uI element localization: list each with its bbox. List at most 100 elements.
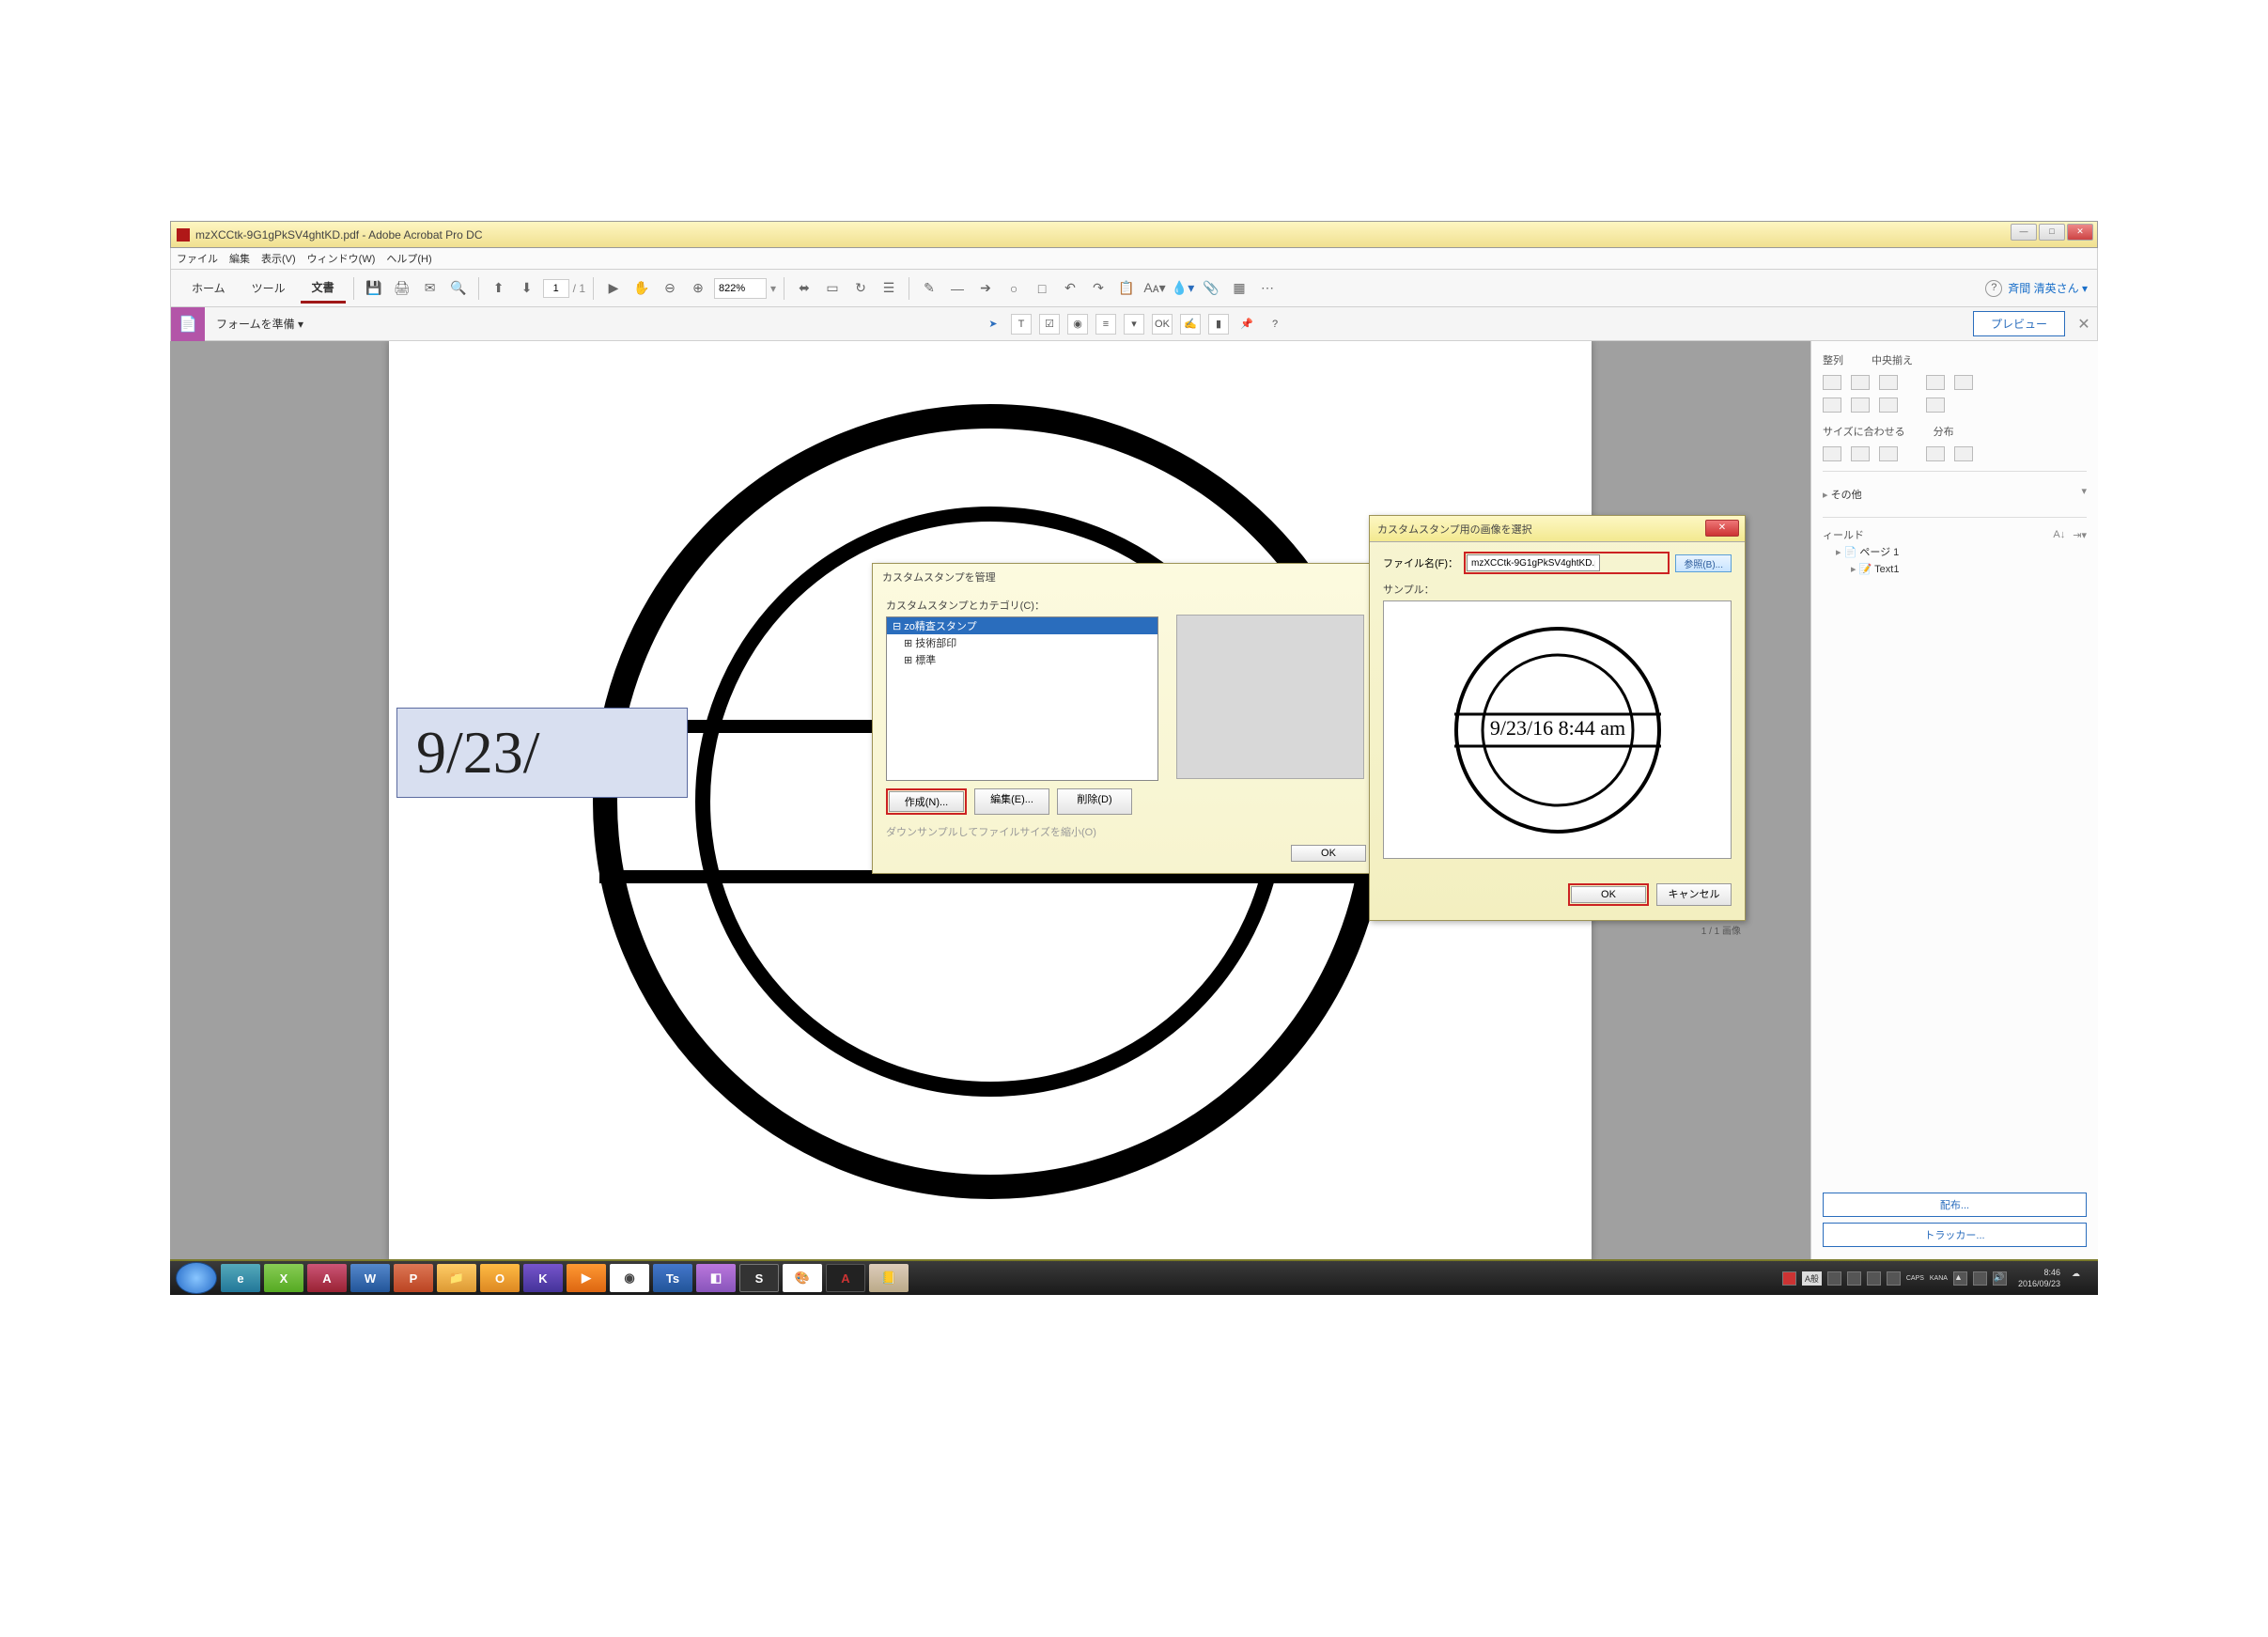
center-h-icon[interactable]	[1926, 375, 1945, 390]
taskbar-outlook-icon[interactable]: O	[480, 1264, 520, 1292]
checkbox-tool-icon[interactable]: ☑	[1039, 314, 1060, 335]
page-down-icon[interactable]: ⬇	[515, 276, 539, 301]
taskbar-word-icon[interactable]: W	[350, 1264, 390, 1292]
barcode-tool-icon[interactable]: ▮	[1208, 314, 1229, 335]
dlg2-ok-button[interactable]: OK	[1571, 886, 1646, 903]
start-button[interactable]	[176, 1262, 217, 1294]
other-section[interactable]: その他	[1823, 485, 1862, 504]
read-mode-icon[interactable]: ☰	[877, 276, 901, 301]
listbox-tool-icon[interactable]: ≡	[1095, 314, 1116, 335]
rotate-icon[interactable]: ↻	[848, 276, 873, 301]
sort-tab-icon[interactable]: ⇥▾	[2073, 529, 2087, 541]
rect-icon[interactable]: □	[1030, 276, 1054, 301]
taskbar-app-icon[interactable]: K	[523, 1264, 563, 1292]
align-left-icon[interactable]	[1823, 375, 1841, 390]
tray-volume-icon[interactable]: 🔊	[1993, 1271, 2007, 1286]
taskbar-ts-icon[interactable]: Ts	[653, 1264, 692, 1292]
sort-az-icon[interactable]: A↓	[2053, 529, 2065, 541]
dlg2-close-button[interactable]: ✕	[1705, 520, 1739, 537]
zoom-in-icon[interactable]: ⊕	[686, 276, 710, 301]
browse-button[interactable]: 参照(B)...	[1675, 554, 1732, 572]
search-icon[interactable]: 🔍	[446, 276, 471, 301]
signature-tool-icon[interactable]: ✍	[1180, 314, 1201, 335]
menu-help[interactable]: ヘルプ(H)	[386, 251, 431, 266]
dist-v-icon[interactable]	[1954, 446, 1973, 461]
tree-text1[interactable]: 📝 Text1	[1823, 561, 2087, 577]
save-icon[interactable]: 💾	[362, 276, 386, 301]
tray-icon[interactable]	[1827, 1271, 1841, 1286]
close-formbar-icon[interactable]: ✕	[2071, 315, 2097, 334]
taskbar-explorer-icon[interactable]: 📁	[437, 1264, 476, 1292]
menu-window[interactable]: ウィンドウ(W)	[307, 251, 376, 266]
more-icon[interactable]: ⋯	[1255, 276, 1280, 301]
clipboard-icon[interactable]: 📋	[1114, 276, 1139, 301]
mail-icon[interactable]: ✉	[418, 276, 443, 301]
clock[interactable]: 8:46 2016/09/23	[2012, 1267, 2066, 1289]
align-top-icon[interactable]	[1823, 398, 1841, 413]
taskbar-powerpoint-icon[interactable]: P	[394, 1264, 433, 1292]
delete-button[interactable]: 削除(D)	[1057, 788, 1132, 815]
undo-icon[interactable]: ↶	[1058, 276, 1082, 301]
maximize-button[interactable]: □	[2039, 224, 2065, 241]
page-up-icon[interactable]: ⬆	[487, 276, 511, 301]
menu-edit[interactable]: 編集	[229, 251, 250, 266]
tray-flag-icon[interactable]: ▲	[1953, 1271, 1967, 1286]
fit-width-icon[interactable]: ⬌	[792, 276, 816, 301]
tab-tools[interactable]: ツール	[241, 274, 297, 302]
align-bottom-icon[interactable]	[1879, 398, 1898, 413]
taskbar-excel-icon[interactable]: X	[264, 1264, 303, 1292]
page-number-input[interactable]	[543, 279, 569, 298]
hand-icon[interactable]: ✋	[629, 276, 654, 301]
tray-icon[interactable]	[1847, 1271, 1861, 1286]
tab-home[interactable]: ホーム	[180, 274, 237, 302]
tab-document[interactable]: 文書	[301, 273, 346, 304]
menu-view[interactable]: 表示(V)	[261, 251, 296, 266]
minimize-button[interactable]: —	[2011, 224, 2037, 241]
tray-icon[interactable]	[1782, 1271, 1796, 1286]
help-tool-icon[interactable]: ?	[1265, 314, 1285, 335]
taskbar-access-icon[interactable]: A	[307, 1264, 347, 1292]
dlg2-cancel-button[interactable]: キャンセル	[1656, 883, 1732, 906]
zoom-select[interactable]	[714, 278, 767, 299]
list-item[interactable]: ⊞ 技術部印	[887, 634, 1157, 651]
dropdown-tool-icon[interactable]: ▾	[1124, 314, 1144, 335]
tray-icon[interactable]	[1887, 1271, 1901, 1286]
center-both-icon[interactable]	[1926, 398, 1945, 413]
text-size-icon[interactable]: Aᴀ▾	[1142, 276, 1167, 301]
pin-tool-icon[interactable]: 📌	[1236, 314, 1257, 335]
align-center-icon[interactable]	[1851, 375, 1870, 390]
user-menu[interactable]: 斉間 清英さん ▾	[1985, 280, 2088, 297]
dlg1-ok-button[interactable]: OK	[1291, 845, 1366, 862]
taskbar-chrome-icon[interactable]: ◉	[610, 1264, 649, 1292]
list-item[interactable]: ⊞ 標準	[887, 651, 1157, 668]
zoom-out-icon[interactable]: ⊖	[658, 276, 682, 301]
stamp-icon[interactable]: 💧▾	[1171, 276, 1195, 301]
textfield-tool-icon[interactable]: T	[1011, 314, 1032, 335]
create-button[interactable]: 作成(N)...	[889, 791, 964, 812]
tray-network-icon[interactable]	[1973, 1271, 1987, 1286]
taskbar-sc-icon[interactable]: S	[739, 1264, 779, 1292]
close-button[interactable]: ✕	[2067, 224, 2093, 241]
tree-page1[interactable]: 📄 ページ 1	[1823, 542, 2087, 561]
list-item[interactable]: ⊟ zo精査スタンプ	[887, 617, 1157, 634]
form-mode-label[interactable]: フォームを準備 ▾	[205, 316, 315, 332]
arrow-icon[interactable]: ➔	[973, 276, 998, 301]
select-tool-icon[interactable]: ➤	[983, 314, 1003, 335]
attach-icon[interactable]: 📎	[1199, 276, 1223, 301]
align-right-icon[interactable]	[1879, 375, 1898, 390]
grid-icon[interactable]: ▦	[1227, 276, 1251, 301]
taskbar-ie-icon[interactable]: e	[221, 1264, 260, 1292]
fit-both-icon[interactable]	[1879, 446, 1898, 461]
stamp-category-list[interactable]: ⊟ zo精査スタンプ ⊞ 技術部印 ⊞ 標準	[886, 616, 1158, 781]
cursor-icon[interactable]: ▶	[601, 276, 626, 301]
fit-w-icon[interactable]	[1823, 446, 1841, 461]
button-tool-icon[interactable]: OK	[1152, 314, 1173, 335]
ime-indicator[interactable]: A般	[1802, 1271, 1822, 1286]
print-icon[interactable]: 🖨	[390, 276, 414, 301]
taskbar-media-icon[interactable]: ▶	[567, 1264, 606, 1292]
radio-tool-icon[interactable]: ◉	[1067, 314, 1088, 335]
preview-button[interactable]: プレビュー	[1973, 311, 2065, 336]
taskbar-cube-icon[interactable]: ◧	[696, 1264, 736, 1292]
center-v-icon[interactable]	[1954, 375, 1973, 390]
oval-icon[interactable]: ○	[1002, 276, 1026, 301]
